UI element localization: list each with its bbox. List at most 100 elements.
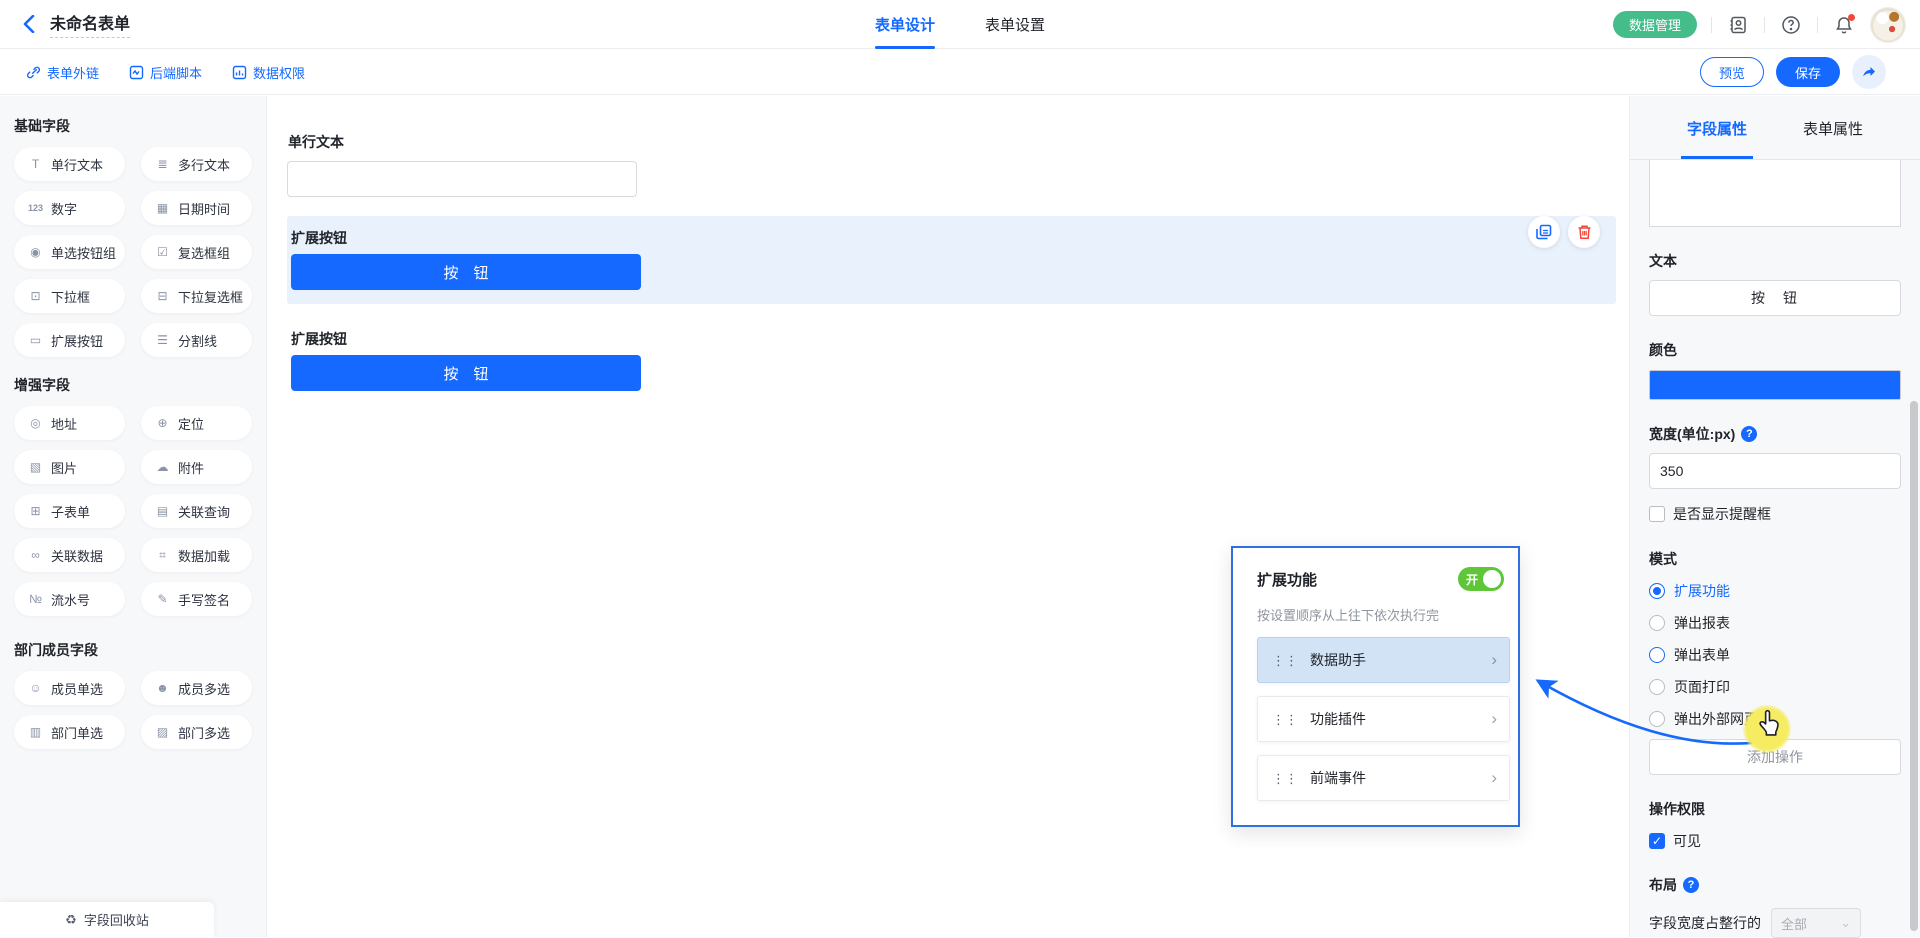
field-recycle-bin[interactable]: ♻ 字段回收站 xyxy=(0,902,214,937)
divider xyxy=(1817,17,1818,33)
delete-field-button[interactable] xyxy=(1568,216,1600,248)
button-field-label: 扩展按钮 xyxy=(291,329,1616,349)
mode-option-popup-report[interactable]: 弹出报表 xyxy=(1649,613,1901,633)
popup-item-data-assistant[interactable]: ⋮⋮ 数据助手 › xyxy=(1257,637,1510,683)
data-permission-link[interactable]: 数据权限 xyxy=(232,63,305,82)
field-number[interactable]: 123数字 xyxy=(14,191,125,225)
mode-option-label: 弹出报表 xyxy=(1674,613,1730,633)
extend-button-field[interactable]: 扩展按钮 按 钮 xyxy=(287,317,1616,405)
form-external-link[interactable]: 表单外链 xyxy=(26,63,99,82)
field-dept-multi[interactable]: ▨部门多选 xyxy=(141,715,252,749)
mode-option-extend-function[interactable]: 扩展功能 xyxy=(1649,581,1901,601)
field-label: 数据加载 xyxy=(178,546,230,565)
preview-button[interactable]: 预览 xyxy=(1700,57,1764,87)
field-divider[interactable]: ☰分割线 xyxy=(141,323,252,357)
section-title-basic-fields: 基础字段 xyxy=(0,116,266,136)
toggle-knob xyxy=(1483,570,1501,588)
field-data-load[interactable]: ⌗数据加载 xyxy=(141,538,252,572)
radio-icon[interactable] xyxy=(1649,647,1665,663)
visible-checkbox-row[interactable]: ✓ 可见 xyxy=(1649,831,1901,851)
selected-extend-button-field[interactable]: 扩展按钮 按 钮 xyxy=(287,216,1616,304)
enhanced-fields-grid: ◎地址 ⊕定位 ▧图片 ☁附件 ⊞子表单 ▤关联查询 ∞关联数据 ⌗数据加载 №… xyxy=(0,406,266,616)
field-label: 部门单选 xyxy=(51,723,103,742)
chevron-down-icon: ⌄ xyxy=(1840,915,1851,931)
field-subform[interactable]: ⊞子表单 xyxy=(14,494,125,528)
field-dropdown[interactable]: ⊡下拉框 xyxy=(14,279,125,313)
panel-scrollbar[interactable] xyxy=(1910,401,1918,931)
save-button[interactable]: 保存 xyxy=(1776,57,1840,87)
help-icon[interactable] xyxy=(1779,13,1803,37)
properties-tabs: 字段属性 表单属性 xyxy=(1630,96,1920,160)
field-signature[interactable]: ✎手写签名 xyxy=(141,582,252,616)
user-avatar[interactable] xyxy=(1870,7,1906,43)
backend-script-link[interactable]: 后端脚本 xyxy=(129,63,202,82)
width-help-icon[interactable]: ? xyxy=(1741,426,1757,442)
drag-handle-icon[interactable]: ⋮⋮ xyxy=(1272,772,1298,785)
color-swatch[interactable] xyxy=(1649,370,1901,400)
serial-icon: № xyxy=(27,592,44,606)
field-single-line-text[interactable]: T单行文本 xyxy=(14,147,125,181)
notifications-bell-icon[interactable] xyxy=(1832,13,1856,37)
field-serial-number[interactable]: №流水号 xyxy=(14,582,125,616)
field-member-multi[interactable]: ☻成员多选 xyxy=(141,671,252,705)
share-button[interactable] xyxy=(1852,55,1886,89)
visible-checkbox[interactable]: ✓ xyxy=(1649,833,1665,849)
tab-form-design[interactable]: 表单设计 xyxy=(875,0,935,49)
field-address[interactable]: ◎地址 xyxy=(14,406,125,440)
toggle-on-label: 开 xyxy=(1466,571,1478,588)
radio-icon[interactable] xyxy=(1649,615,1665,631)
tab-form-properties[interactable]: 表单属性 xyxy=(1803,96,1863,159)
radio-selected-icon[interactable] xyxy=(1649,583,1665,599)
tab-form-settings[interactable]: 表单设置 xyxy=(985,0,1045,49)
text-field-label: 单行文本 xyxy=(287,132,1616,152)
button-text-input[interactable]: 按 钮 xyxy=(1649,280,1901,316)
mode-option-page-print[interactable]: 页面打印 xyxy=(1649,677,1901,697)
extend-button[interactable]: 按 钮 xyxy=(291,254,641,290)
reminder-checkbox-row[interactable]: 是否显示提醒框 xyxy=(1649,504,1901,524)
field-location[interactable]: ⊕定位 xyxy=(141,406,252,440)
row-width-select[interactable]: 全部 ⌄ xyxy=(1771,908,1861,938)
drag-handle-icon[interactable]: ⋮⋮ xyxy=(1272,654,1298,667)
field-dept-single[interactable]: ▥部门单选 xyxy=(14,715,125,749)
field-checkbox-group[interactable]: ☑复选框组 xyxy=(141,235,252,269)
field-image[interactable]: ▧图片 xyxy=(14,450,125,484)
field-relation-query[interactable]: ▤关联查询 xyxy=(141,494,252,528)
field-radio-group[interactable]: ◉单选按钮组 xyxy=(14,235,125,269)
field-attachment[interactable]: ☁附件 xyxy=(141,450,252,484)
topbar-actions: 数据管理 xyxy=(1613,0,1906,49)
description-textarea[interactable] xyxy=(1649,160,1901,227)
row-width-label: 字段宽度占整行的 xyxy=(1649,913,1761,933)
mode-option-popup-form[interactable]: 弹出表单 xyxy=(1649,645,1901,665)
field-dropdown-multi[interactable]: ⊟下拉复选框 xyxy=(141,279,252,313)
tab-field-properties[interactable]: 字段属性 xyxy=(1687,96,1747,159)
people-icon: ☻ xyxy=(154,681,171,695)
width-input[interactable]: 350 xyxy=(1649,453,1901,489)
mode-option-popup-webpage[interactable]: 弹出外部网页 xyxy=(1649,709,1901,729)
drag-handle-icon[interactable]: ⋮⋮ xyxy=(1272,713,1298,726)
field-member-single[interactable]: ☺成员单选 xyxy=(14,671,125,705)
member-fields-grid: ☺成员单选 ☻成员多选 ▥部门单选 ▨部门多选 xyxy=(0,671,266,749)
text-property-label: 文本 xyxy=(1649,251,1901,271)
radio-icon[interactable] xyxy=(1649,711,1665,727)
field-label: 关联数据 xyxy=(51,546,103,565)
field-multi-line-text[interactable]: ≣多行文本 xyxy=(141,147,252,181)
extend-button[interactable]: 按 钮 xyxy=(291,355,641,391)
radio-icon[interactable] xyxy=(1649,679,1665,695)
popup-item-frontend-event[interactable]: ⋮⋮ 前端事件 › xyxy=(1257,755,1510,801)
popup-item-label: 功能插件 xyxy=(1310,709,1491,729)
layout-help-icon[interactable]: ? xyxy=(1683,877,1699,893)
popup-subtitle: 按设置顺序从上往下依次执行完 xyxy=(1257,605,1506,624)
reminder-checkbox[interactable] xyxy=(1649,506,1665,522)
mode-option-label: 扩展功能 xyxy=(1674,581,1730,601)
field-datetime[interactable]: ▦日期时间 xyxy=(141,191,252,225)
extend-function-toggle[interactable]: 开 xyxy=(1458,567,1504,591)
popup-item-function-plugin[interactable]: ⋮⋮ 功能插件 › xyxy=(1257,696,1510,742)
field-extend-button[interactable]: ▭扩展按钮 xyxy=(14,323,125,357)
field-relation-data[interactable]: ∞关联数据 xyxy=(14,538,125,572)
data-manage-button[interactable]: 数据管理 xyxy=(1613,11,1697,38)
add-action-button[interactable]: 添加操作 xyxy=(1649,739,1901,775)
field-label: 复选框组 xyxy=(178,243,230,262)
contacts-icon[interactable] xyxy=(1726,13,1750,37)
single-line-text-input[interactable] xyxy=(287,161,637,197)
copy-field-button[interactable] xyxy=(1528,216,1560,248)
